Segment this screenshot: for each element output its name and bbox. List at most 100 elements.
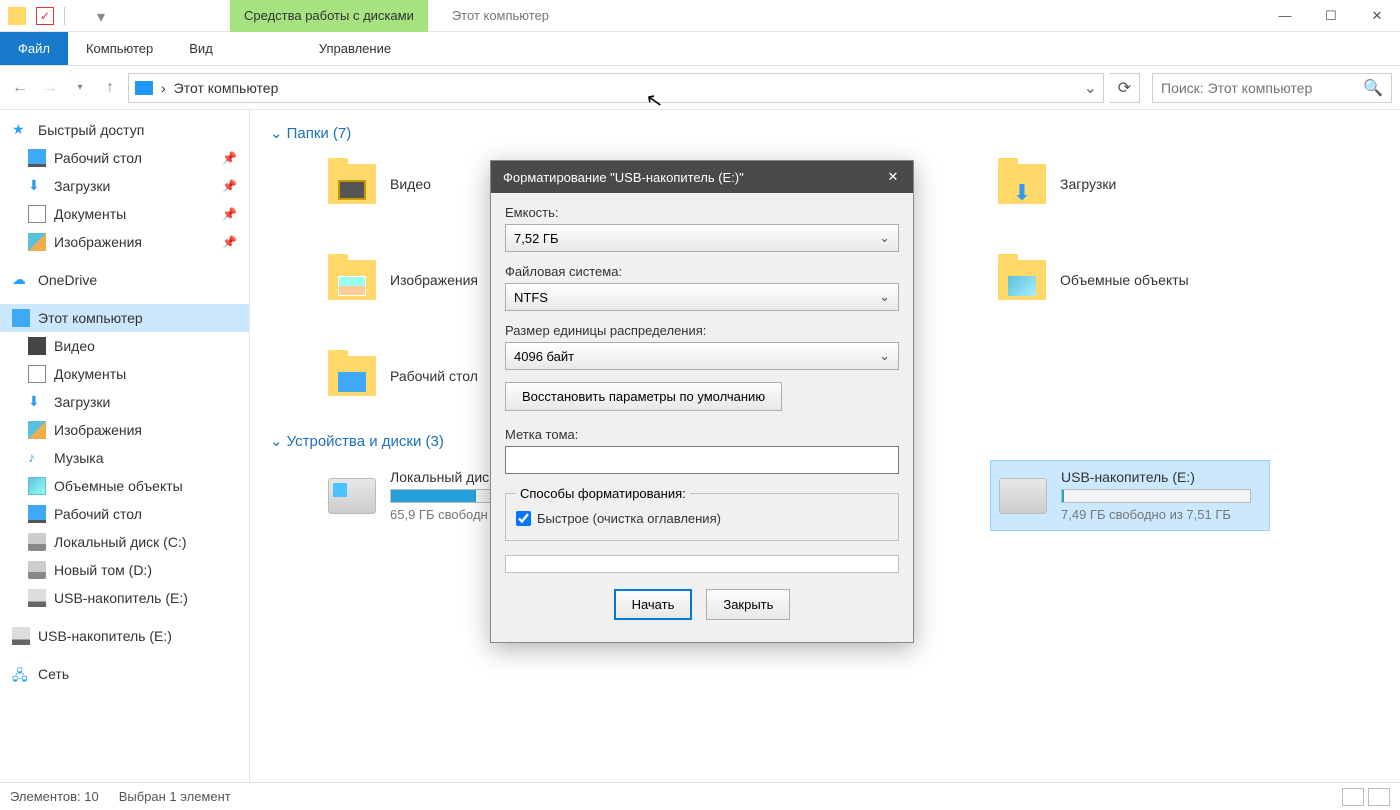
disk-icon [28,533,46,551]
sidebar-quick-access[interactable]: ★Быстрый доступ [0,116,249,144]
sidebar-network[interactable]: 🖧Сеть [0,660,249,688]
download-icon: ⬇ [28,177,46,195]
sidebar-label: Документы [54,366,126,382]
volume-label: Метка тома: [505,427,899,442]
view-details-button[interactable] [1342,788,1364,806]
dialog-close-button[interactable]: ✕ [873,161,913,193]
tab-manage[interactable]: Управление [301,32,409,65]
search-icon[interactable]: 🔍 [1363,78,1383,98]
drive-usb-e[interactable]: USB-накопитель (E:) 7,49 ГБ свободно из … [990,460,1270,531]
document-icon [28,205,46,223]
format-options-legend: Способы форматирования: [516,486,690,501]
select-value: 4096 байт [514,349,574,364]
group-label: Устройства и диски (3) [287,433,444,450]
format-progress [505,555,899,573]
sidebar-item-pictures[interactable]: Изображения📌 [0,228,249,256]
tab-view[interactable]: Вид [171,32,231,65]
sidebar-item-pictures-pc[interactable]: Изображения [0,416,249,444]
tab-computer[interactable]: Компьютер [68,32,171,65]
back-button[interactable]: ← [8,76,32,100]
window-title: Этот компьютер [452,8,549,23]
app-icon [8,7,26,25]
recent-dropdown[interactable]: ▾ [68,76,92,100]
sidebar-label: Объемные объекты [54,478,183,494]
chevron-down-icon: ⌄ [879,289,890,305]
dialog-title: Форматирование "USB-накопитель (E:)" [503,170,744,185]
item-label: Объемные объекты [1060,272,1189,288]
minimize-button[interactable]: — [1262,0,1308,32]
folder-downloads[interactable]: ⬇Загрузки [990,152,1270,216]
maximize-button[interactable]: ☐ [1308,0,1354,32]
search-box[interactable]: 🔍 [1152,73,1392,103]
video-icon [28,337,46,355]
status-bar: Элементов: 10 Выбран 1 элемент [0,782,1400,810]
ribbon-tabs: Файл Компьютер Вид Управление [0,32,1400,66]
sidebar-item-documents-pc[interactable]: Документы [0,360,249,388]
qat-dropdown-icon[interactable]: ▾ [92,7,110,25]
filesystem-label: Файловая система: [505,264,899,279]
qat-checkbox-icon[interactable]: ✓ [36,7,54,25]
usb-icon [12,627,30,645]
chevron-down-icon: ⌄ [270,433,283,450]
sidebar-item-desktop-pc[interactable]: Рабочий стол [0,500,249,528]
close-dialog-button[interactable]: Закрыть [706,589,790,620]
item-label: Рабочий стол [390,368,478,384]
close-button[interactable]: ✕ [1354,0,1400,32]
restore-defaults-button[interactable]: Восстановить параметры по умолчанию [505,382,782,411]
sidebar-item-downloads-pc[interactable]: ⬇Загрузки [0,388,249,416]
address-dropdown-icon[interactable]: ⌄ [1084,78,1097,98]
allocation-select[interactable]: 4096 байт⌄ [505,342,899,370]
pictures-icon [28,421,46,439]
cloud-icon: ☁ [12,271,30,289]
sidebar-label: Загрузки [54,178,110,194]
sidebar-this-pc[interactable]: Этот компьютер [0,304,249,332]
navigation-pane: ★Быстрый доступ Рабочий стол📌 ⬇Загрузки📌… [0,110,250,782]
chevron-down-icon: ⌄ [270,125,283,142]
volume-label-input[interactable] [505,446,899,474]
sidebar-label: OneDrive [38,272,97,288]
refresh-button[interactable]: ⟳ [1110,73,1140,103]
breadcrumb-this-pc[interactable]: Этот компьютер [174,80,279,96]
select-value: 7,52 ГБ [514,231,558,246]
sidebar-label: Рабочий стол [54,506,142,522]
chevron-down-icon: ⌄ [879,230,890,246]
up-button[interactable]: ↑ [98,76,122,100]
tab-file[interactable]: Файл [0,32,68,65]
sidebar-item-3dobjects[interactable]: Объемные объекты [0,472,249,500]
filesystem-select[interactable]: NTFS⌄ [505,283,899,311]
sidebar-label: USB-накопитель (E:) [38,628,172,644]
group-folders[interactable]: ⌄Папки (7) [270,124,1380,142]
sidebar-item-music[interactable]: ♪Музыка [0,444,249,472]
view-large-button[interactable] [1368,788,1390,806]
status-count: Элементов: 10 [10,789,99,804]
quick-access-toolbar: ✓ ▾ [0,7,110,25]
sidebar-item-usb-e[interactable]: USB-накопитель (E:) [0,584,249,612]
sidebar-item-desktop[interactable]: Рабочий стол📌 [0,144,249,172]
quick-format-checkbox[interactable]: Быстрое (очистка оглавления) [516,511,888,526]
sidebar-item-new-volume-d[interactable]: Новый том (D:) [0,556,249,584]
checkbox-label: Быстрое (очистка оглавления) [537,511,721,526]
item-label: Видео [390,176,431,192]
contextual-tab-disk-tools[interactable]: Средства работы с дисками [230,0,428,32]
search-input[interactable] [1161,80,1363,96]
dialog-titlebar[interactable]: Форматирование "USB-накопитель (E:)" ✕ [491,161,913,193]
forward-button[interactable]: → [38,76,62,100]
capacity-label: Емкость: [505,205,899,220]
sidebar-label: Видео [54,338,95,354]
sidebar-item-downloads[interactable]: ⬇ Загрузки 📌 [0,172,249,200]
sidebar-usb-root[interactable]: USB-накопитель (E:) [0,622,249,650]
sidebar-item-local-disk-c[interactable]: Локальный диск (C:) [0,528,249,556]
sidebar-label: USB-накопитель (E:) [54,590,188,606]
sidebar-item-documents[interactable]: Документы📌 [0,200,249,228]
sidebar-item-videos[interactable]: Видео [0,332,249,360]
start-button[interactable]: Начать [614,589,693,620]
quick-format-input[interactable] [516,511,531,526]
sidebar-label: Рабочий стол [54,150,142,166]
address-bar[interactable]: › Этот компьютер ⌄ [128,73,1104,103]
capacity-select[interactable]: 7,52 ГБ ⌄ [505,224,899,252]
folder-3dobjects[interactable]: Объемные объекты [990,248,1270,312]
pin-icon: 📌 [222,179,237,193]
sidebar-onedrive[interactable]: ☁ OneDrive [0,266,249,294]
download-icon: ⬇ [28,393,46,411]
cube-icon [28,477,46,495]
